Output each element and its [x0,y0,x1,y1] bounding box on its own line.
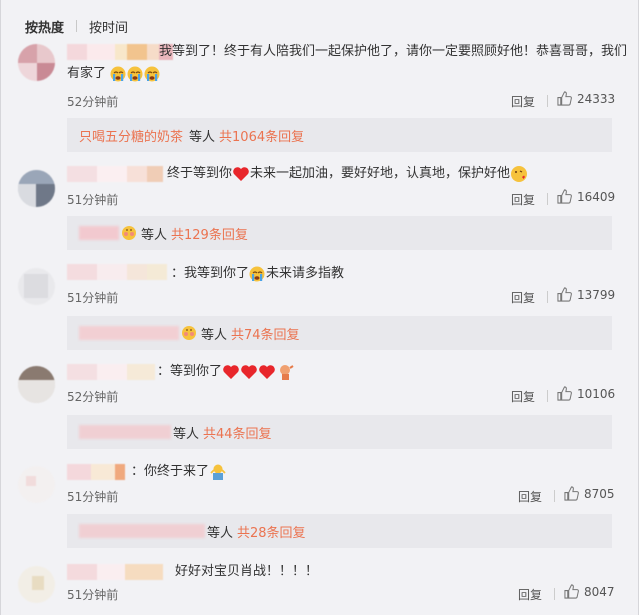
action-divider [554,588,555,600]
action-divider [547,95,548,107]
like-count: 16409 [577,189,616,204]
comment-text: 好好对宝贝肖战！！！！ [175,564,319,579]
avatar[interactable] [18,566,55,603]
comment-time: 52分钟前 [67,95,119,109]
reply-button[interactable]: 回复 [518,586,542,603]
heart-emoji-icon [223,364,275,379]
comment-time: 51分钟前 [67,291,119,305]
username[interactable] [67,44,173,60]
crying-emoji-icon [110,66,160,81]
comment-time: 52分钟前 [67,390,119,404]
reply-button[interactable]: 回复 [518,488,542,505]
comment-text: 终于等到你 未来一起加油，要好好地，认真地，保护好他 [167,164,528,184]
comment-item: ：等到你了 52分钟前 回复 10106 等人 共44条回复 [1,364,639,454]
reply-who: 等人 [201,327,228,343]
reply-preview[interactable]: 等人 共28条回复 [67,514,612,548]
reply-username[interactable] [79,524,205,538]
thumbs-up-icon [557,386,572,401]
kiss-emoji-icon [511,165,528,182]
action-divider [554,490,555,502]
reply-preview[interactable]: 等人 共44条回复 [67,415,612,449]
reply-who: 等人 [141,227,168,243]
comment-text-line2: 有家了 [67,64,160,84]
username[interactable] [67,264,167,280]
reply-count[interactable]: 共129条回复 [171,224,248,243]
reply-count[interactable]: 共74条回复 [231,324,300,343]
thumbs-up-icon [564,486,579,501]
reply-username[interactable] [79,226,119,240]
comment-item: ：你终于来了 51分钟前 回复 8705 等人 共28条回复 [1,464,639,556]
avatar[interactable] [18,366,55,403]
reply-button[interactable]: 回复 [511,388,535,405]
comment-item: 终于等到你 未来一起加油，要好好地，认真地，保护好他 51分钟前 回复 16409… [1,164,639,254]
action-divider [547,193,548,205]
reply-who: 等人 [189,129,216,145]
thumbs-up-icon [557,91,572,106]
comment-item: 我等到了！终于有人陪我们一起保护他了，请你一定要照顾好他！恭喜哥哥，我们 有家了… [1,44,639,154]
like-button[interactable]: 10106 [557,386,615,401]
username[interactable] [67,166,163,182]
reply-count[interactable]: 共28条回复 [237,522,306,541]
reply-preview[interactable]: 等人 共74条回复 [67,316,612,350]
comment-item: ：我等到你了 未来请多指教 51分钟前 回复 13799 等人 共74条回复 [1,264,639,354]
like-count: 8705 [584,486,615,501]
action-divider [547,390,548,402]
reply-username[interactable]: 只喝五分糖的奶茶 [79,126,183,145]
like-button[interactable]: 13799 [557,287,615,302]
like-button[interactable]: 8047 [564,584,615,599]
reply-count[interactable]: 共44条回复 [203,423,272,442]
like-count: 13799 [577,287,616,302]
tab-time[interactable]: 按时间 [89,17,128,36]
reply-username[interactable] [79,326,179,340]
reply-button[interactable]: 回复 [511,289,535,306]
reply-button[interactable]: 回复 [511,191,535,208]
like-count: 10106 [577,386,616,401]
username[interactable] [67,364,155,380]
comment-time: 51分钟前 [67,193,119,207]
thumbs-up-icon [564,584,579,599]
reply-who: 等人 [207,525,234,541]
wave-emoji-icon [280,364,294,380]
username[interactable] [67,464,125,480]
like-button[interactable]: 16409 [557,189,615,204]
comment-text: ：等到你了 [157,362,296,382]
comment-time: 51分钟前 [67,490,119,504]
comment-time: 51分钟前 [67,588,119,602]
tab-hot[interactable]: 按热度 [25,17,64,36]
comment-item: 好好对宝贝肖战！！！！ 51分钟前 回复 8047 [1,564,639,615]
heart-emoji-icon [233,166,249,181]
like-count: 8047 [584,584,615,599]
reply-preview[interactable]: 只喝五分糖的奶茶 等人 共1064条回复 [67,118,612,152]
avatar[interactable] [18,466,55,503]
like-count: 24333 [577,91,616,106]
username[interactable] [67,564,163,580]
thumbs-up-icon [557,189,572,204]
reply-preview[interactable]: 等人 共129条回复 [67,216,612,250]
avatar[interactable] [18,170,55,207]
comment-text: ：我等到你了 未来请多指教 [171,266,345,281]
comment-page: 按热度 按时间 我等到了！终于有人陪我们一起保护他了，请你一定要照顾好他！恭喜哥… [0,0,639,615]
comment-text: ：你终于来了 [131,462,227,482]
wave-emoji-icon [210,464,226,480]
crying-emoji-icon [249,266,265,281]
like-button[interactable]: 24333 [557,91,615,106]
avatar[interactable] [18,44,55,81]
comment-text: 我等到了！终于有人陪我们一起保护他了，请你一定要照顾好他！恭喜哥哥，我们 [159,44,628,59]
reply-count[interactable]: 共1064条回复 [219,126,304,145]
action-divider [547,291,548,303]
reply-button[interactable]: 回复 [511,93,535,110]
thumbs-up-icon [557,287,572,302]
tab-divider [76,20,78,32]
reply-who: 等人 [173,426,200,442]
shy-emoji-icon [182,326,196,340]
shy-emoji-icon [122,226,136,240]
sort-tabs: 按热度 按时间 [25,16,128,36]
avatar[interactable] [18,268,55,305]
like-button[interactable]: 8705 [564,486,615,501]
reply-username[interactable] [79,425,171,439]
